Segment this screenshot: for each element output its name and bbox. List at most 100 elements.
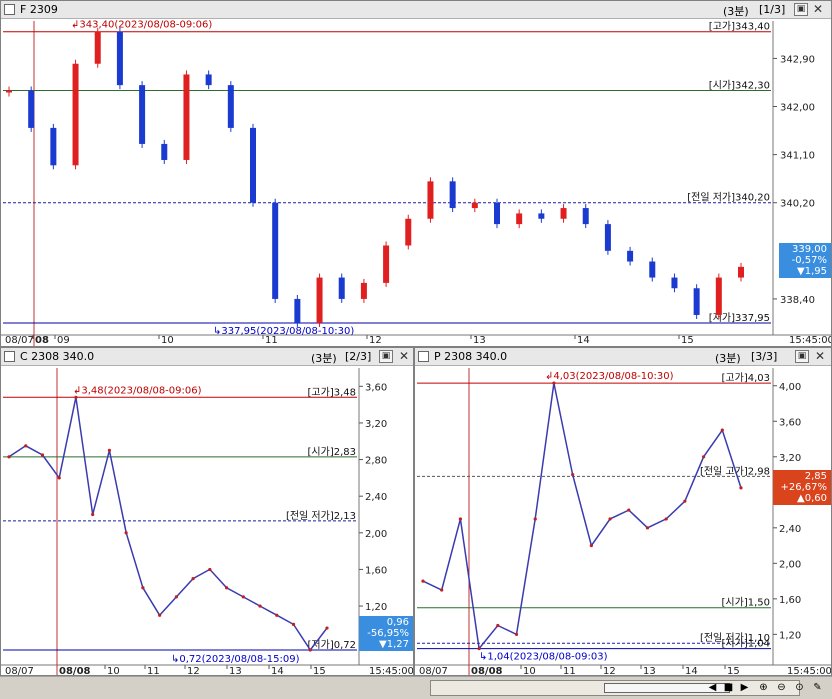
x-tick-label: 14 <box>577 335 590 346</box>
change-value: ▼1,95 <box>797 266 827 277</box>
high-annotation: ↲4,03(2023/08/08-10:30) <box>545 371 674 382</box>
price-point <box>241 595 245 599</box>
candle-body <box>738 266 744 278</box>
y-tick-label: 3,60 <box>365 382 387 393</box>
zoom-in-icon[interactable]: ⊕ <box>757 681 770 694</box>
x-tick-label: 15:45:00 <box>789 335 832 346</box>
price-point <box>533 517 537 521</box>
c2308-line-chart: 3,60 3,20 2,80 2,40 2,00 1,60 1,20 08/07 08/08 10… <box>1 368 413 676</box>
x-tick-label: 12 <box>603 666 616 676</box>
candle-body <box>94 31 101 64</box>
y-tick-label: 2,00 <box>779 559 801 570</box>
candle-body <box>316 277 323 323</box>
y-tick-label: 2,80 <box>365 456 387 467</box>
price-series-line <box>422 382 742 651</box>
tool-icon[interactable]: ✎ <box>811 681 824 694</box>
y-tick-label: 1,60 <box>779 595 801 606</box>
price-point <box>645 526 650 530</box>
price-point <box>571 472 575 477</box>
x-tick-label: 09 <box>57 335 70 346</box>
high-level-label: [고가]4,03 <box>722 372 770 384</box>
y-tick-label: 342,00 <box>780 103 815 114</box>
price-point <box>701 455 706 459</box>
y-tick-label: 342,90 <box>780 54 815 65</box>
zoom-reset-icon[interactable]: ⊙ <box>793 681 806 694</box>
candle-body <box>272 202 279 299</box>
current-price-box: 2,85 +26,67% ▲0,60 <box>773 470 831 505</box>
candle-body <box>50 127 57 166</box>
low-level-label: [저가]1,04 <box>722 638 770 650</box>
candle-body <box>183 74 190 160</box>
candle-body <box>649 261 656 278</box>
candle-body <box>427 181 434 219</box>
scroll-right-icon[interactable]: ▶ <box>738 681 751 694</box>
candle-body <box>72 63 79 166</box>
x-tick-label: 10 <box>107 666 120 676</box>
y-tick-label: 4,00 <box>779 382 801 393</box>
y-tick-label: 340,20 <box>780 199 815 210</box>
price-point <box>291 622 296 626</box>
x-tick-label: 15 <box>681 335 694 346</box>
y-tick-label: 341,10 <box>780 151 815 162</box>
x-tick-label: 15 <box>313 666 326 676</box>
x-tick-label: 14 <box>685 666 698 676</box>
change-percent: +26,67% <box>780 482 827 493</box>
high-annotation: ↲343,40(2023/08/08-09:06) <box>71 20 212 31</box>
price-point <box>496 623 500 628</box>
y-tick-label: 2,40 <box>779 524 801 535</box>
candle-body <box>516 213 523 225</box>
price-point <box>158 613 162 617</box>
x-tick-label: 15 <box>727 666 740 676</box>
candle-body <box>471 202 478 209</box>
price-point <box>720 428 724 432</box>
y-tick-label: 338,40 <box>780 295 815 306</box>
price-point <box>107 448 112 453</box>
x-tick-label: 08/08 <box>59 666 91 676</box>
x-tick-label: 11 <box>147 666 160 676</box>
candle-body <box>338 277 345 299</box>
zoom-out-icon[interactable]: ⊖ <box>775 681 788 694</box>
candle-body <box>294 298 301 323</box>
price-point <box>308 648 312 652</box>
x-tick-label: 15:45:00 <box>787 666 832 676</box>
x-tick-label: 13 <box>473 335 486 346</box>
scroll-left-icon[interactable]: ◀ <box>706 681 719 694</box>
current-price-box: 339,00 -0,57% ▼1,95 <box>779 243 831 278</box>
candle-body <box>405 218 412 246</box>
chart-panel-c2308[interactable]: C 2308 340.0 (3분) [2/3] ▣ ✕ 3,60 3,20 2,80… <box>0 347 414 676</box>
f2309-candlestick-chart: 342,90 342,00 341,10 340,20 338,40 08/07 08 09 1… <box>1 20 832 346</box>
candle-body <box>604 224 611 251</box>
y-tick-label: 3,20 <box>365 419 387 430</box>
price-point <box>325 626 329 630</box>
y-tick-label: 3,60 <box>779 417 801 428</box>
x-tick-label: 08/07 <box>5 666 34 676</box>
candle-body <box>28 90 35 128</box>
x-tick-label: 08/07 <box>419 666 448 676</box>
stop-icon[interactable]: ■ <box>722 681 735 694</box>
candle-body <box>715 277 722 315</box>
price-point <box>275 613 279 617</box>
x-tick-label: 08 <box>35 335 49 346</box>
x-tick-label: 08/08 <box>471 666 503 676</box>
price-point <box>440 588 444 592</box>
prevlow-level-label: [전일 저가]340,20 <box>687 192 770 204</box>
candle-body <box>116 31 123 86</box>
price-point <box>191 576 195 581</box>
x-tick-label: 11 <box>563 666 576 676</box>
chart-panel-p2308[interactable]: P 2308 340.0 (3분) [3/3] ▣ ✕ 4,00 3,60 3,20… <box>414 347 832 676</box>
open-level-label: [시가]1,50 <box>722 597 770 609</box>
x-tick-label: 12 <box>187 666 200 676</box>
candle-body <box>449 181 456 209</box>
current-price-box: 0,96 -56,95% ▼1,27 <box>359 616 413 651</box>
p2308-line-chart: 4,003,603,202,802,402,001,601,2008/0708/… <box>415 368 832 676</box>
bottom-toolbar: ◀ ■ ▶ ⊕ ⊖ ⊙ ✎ <box>0 676 832 699</box>
x-tick-label: 08/07 <box>5 335 34 346</box>
chart-panel-f2309[interactable]: F 2309 (3분) [1/3] ▣ ✕ 342,90 342,00 341,10… <box>0 0 832 347</box>
candle-body <box>671 277 678 289</box>
candle-body <box>6 90 12 93</box>
price-point <box>514 632 519 636</box>
y-tick-label: 3,20 <box>779 453 801 464</box>
price-point <box>91 512 95 517</box>
y-tick-label: 2,40 <box>365 492 387 503</box>
candle-body <box>560 208 567 219</box>
